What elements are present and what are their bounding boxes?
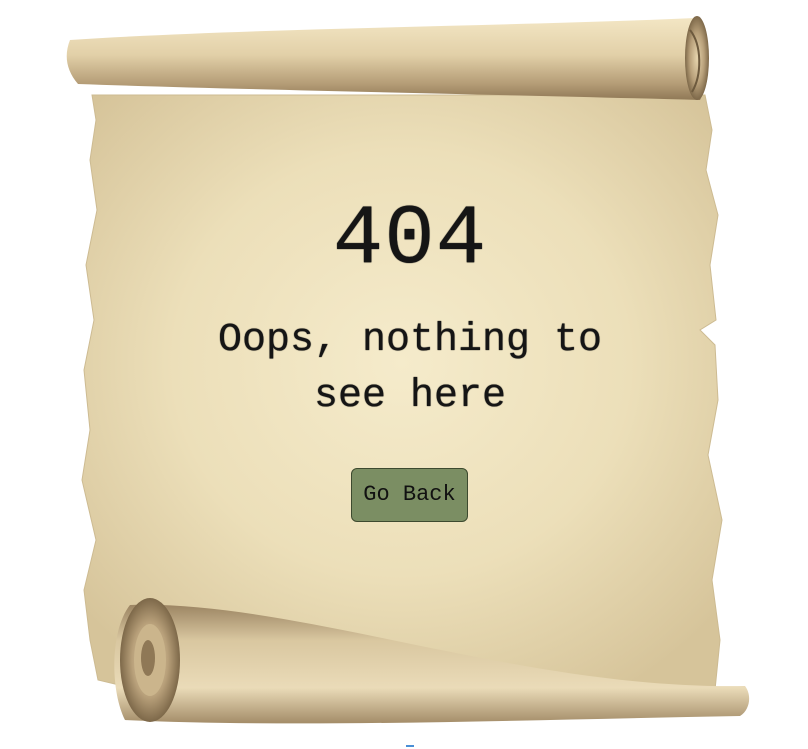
decorative-dash xyxy=(406,745,414,747)
error-page: 404 Oops, nothing to see here Go Back xyxy=(0,0,808,749)
error-message: Oops, nothing to see here xyxy=(217,318,603,419)
top-roll xyxy=(66,18,709,100)
go-back-button[interactable]: Go Back xyxy=(351,468,468,522)
error-code-heading: 404 xyxy=(332,193,488,288)
